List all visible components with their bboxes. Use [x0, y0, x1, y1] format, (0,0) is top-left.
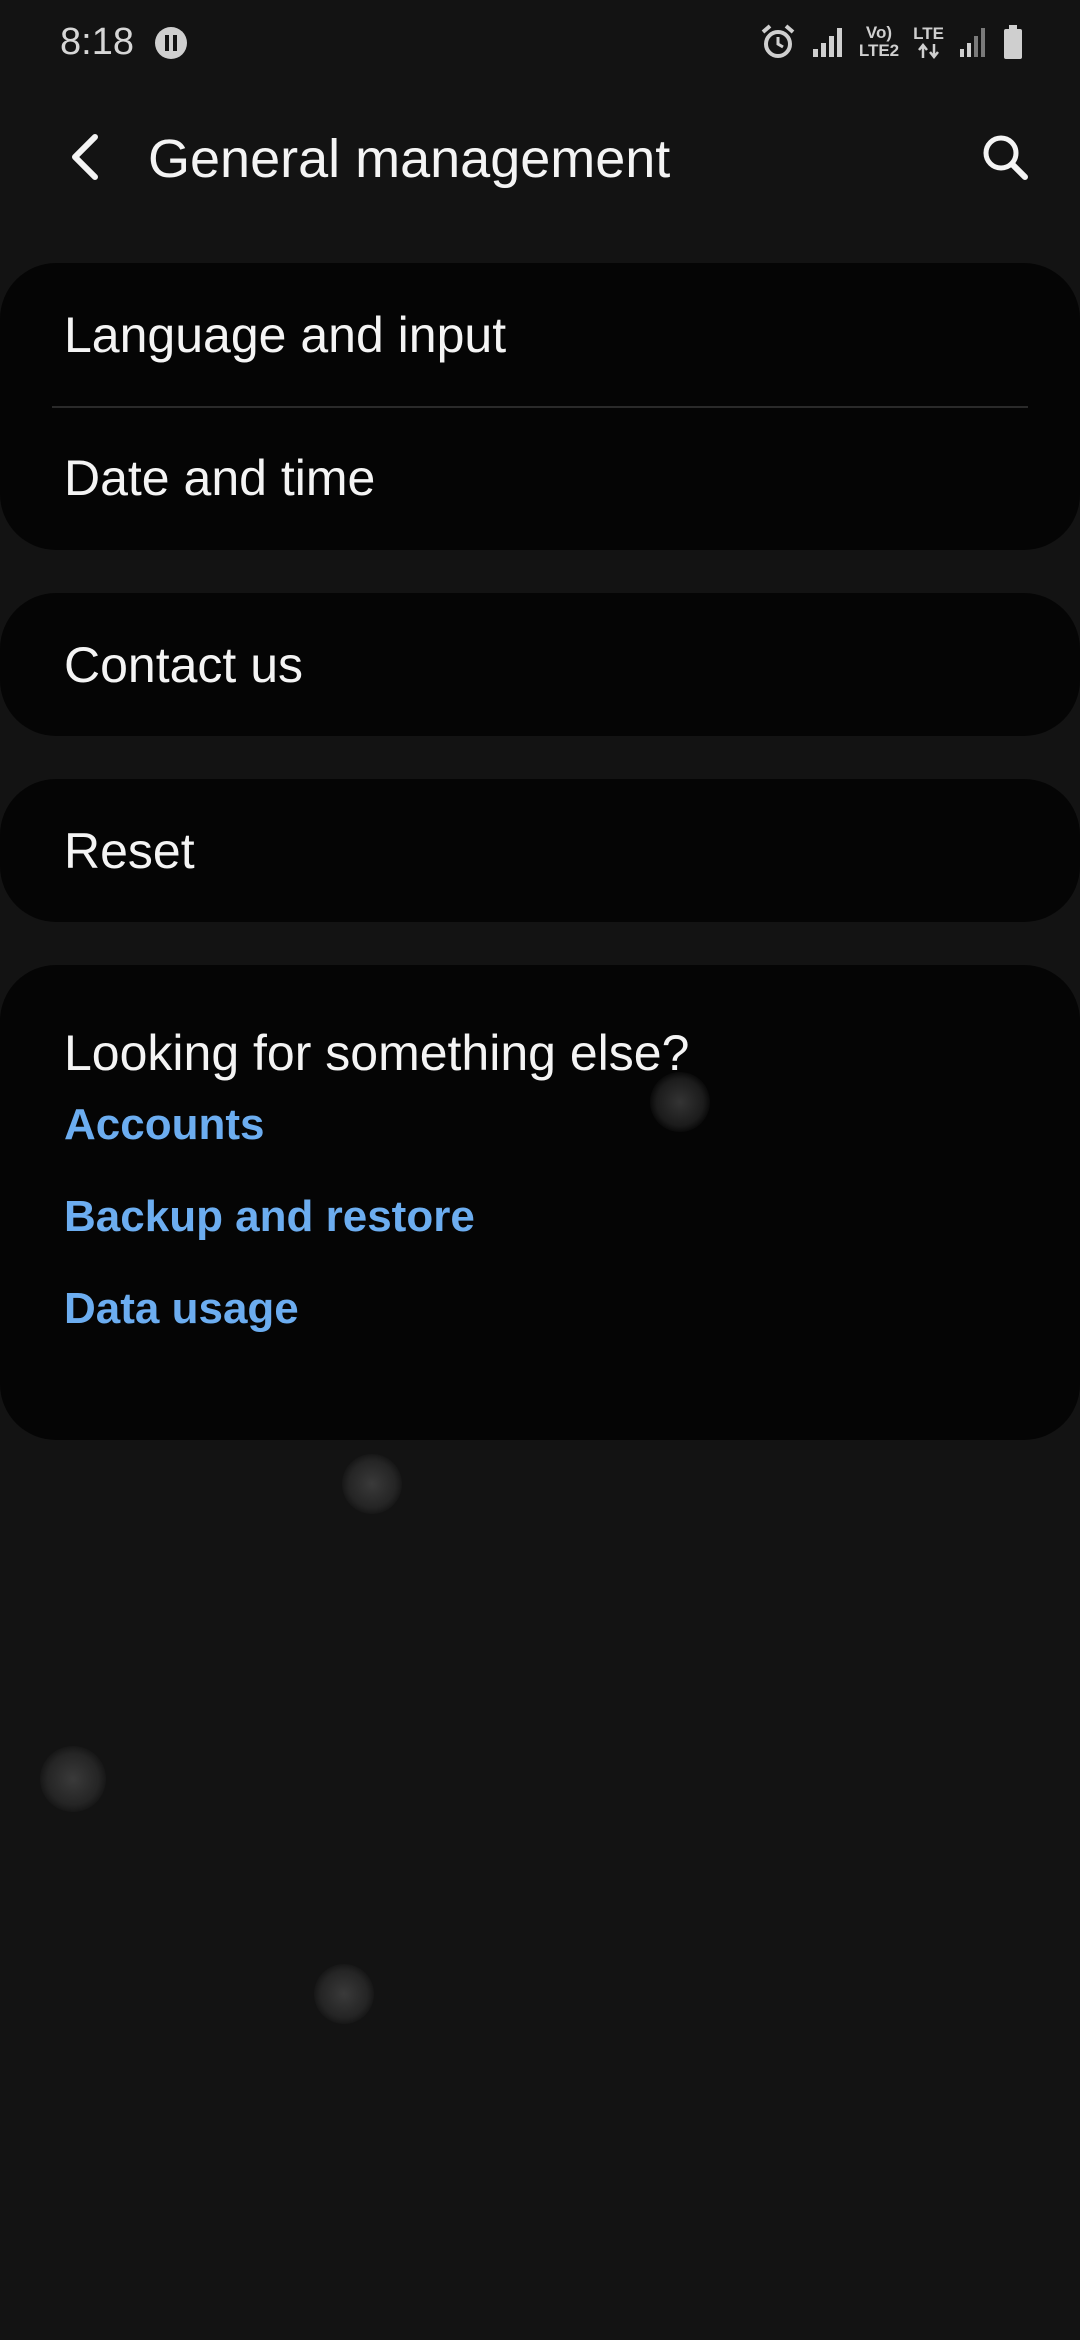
lte-data-icon: LTE [913, 25, 944, 59]
settings-group-reset: Reset [0, 779, 1080, 922]
setting-item-label: Date and time [64, 449, 376, 506]
link-backup-and-restore[interactable]: Backup and restore [64, 1189, 475, 1245]
volte-icon: Vo) LTE2 [859, 24, 899, 60]
signal-icon-2 [958, 25, 988, 59]
touch-indicator [40, 1746, 106, 1812]
search-button[interactable] [970, 122, 1040, 192]
signal-icon [811, 25, 845, 59]
touch-indicator [650, 1072, 710, 1132]
search-icon [983, 135, 1028, 180]
settings-group-locale: Language and input Date and time [0, 263, 1080, 550]
status-icons: Vo) LTE2 LTE [759, 18, 1024, 66]
app-bar: General management [0, 84, 1080, 234]
data-arrows-icon [917, 43, 939, 59]
page-title: General management [148, 129, 671, 189]
settings-group-contact: Contact us [0, 593, 1080, 736]
setting-item-date-and-time[interactable]: Date and time [0, 406, 1080, 549]
status-bar: 8:18 Vo) LTE2 LTE [0, 0, 1080, 84]
setting-item-reset[interactable]: Reset [0, 779, 1080, 922]
back-button[interactable] [50, 122, 120, 192]
link-accounts[interactable]: Accounts [64, 1097, 264, 1153]
status-time: 8:18 [60, 21, 134, 63]
link-data-usage[interactable]: Data usage [64, 1281, 299, 1337]
setting-item-label: Reset [64, 822, 195, 879]
touch-indicator [314, 1964, 374, 2024]
suggestions-title: Looking for something else? [64, 1025, 690, 1081]
touch-indicator [342, 1454, 402, 1514]
battery-icon [1002, 24, 1024, 60]
setting-item-label: Contact us [64, 636, 304, 693]
setting-item-language-and-input[interactable]: Language and input [0, 263, 1080, 406]
alarm-icon [759, 23, 797, 61]
volte-bottom-label: LTE2 [858, 41, 900, 60]
suggestions-card: Looking for something else? Accounts Bac… [0, 965, 1080, 1440]
back-arrow-icon [72, 134, 98, 180]
pause-icon [154, 26, 188, 60]
setting-item-label: Language and input [64, 306, 507, 363]
setting-item-contact-us[interactable]: Contact us [0, 593, 1080, 736]
lte-label: LTE [913, 24, 944, 43]
volte-top-label: Vo) [865, 23, 893, 42]
